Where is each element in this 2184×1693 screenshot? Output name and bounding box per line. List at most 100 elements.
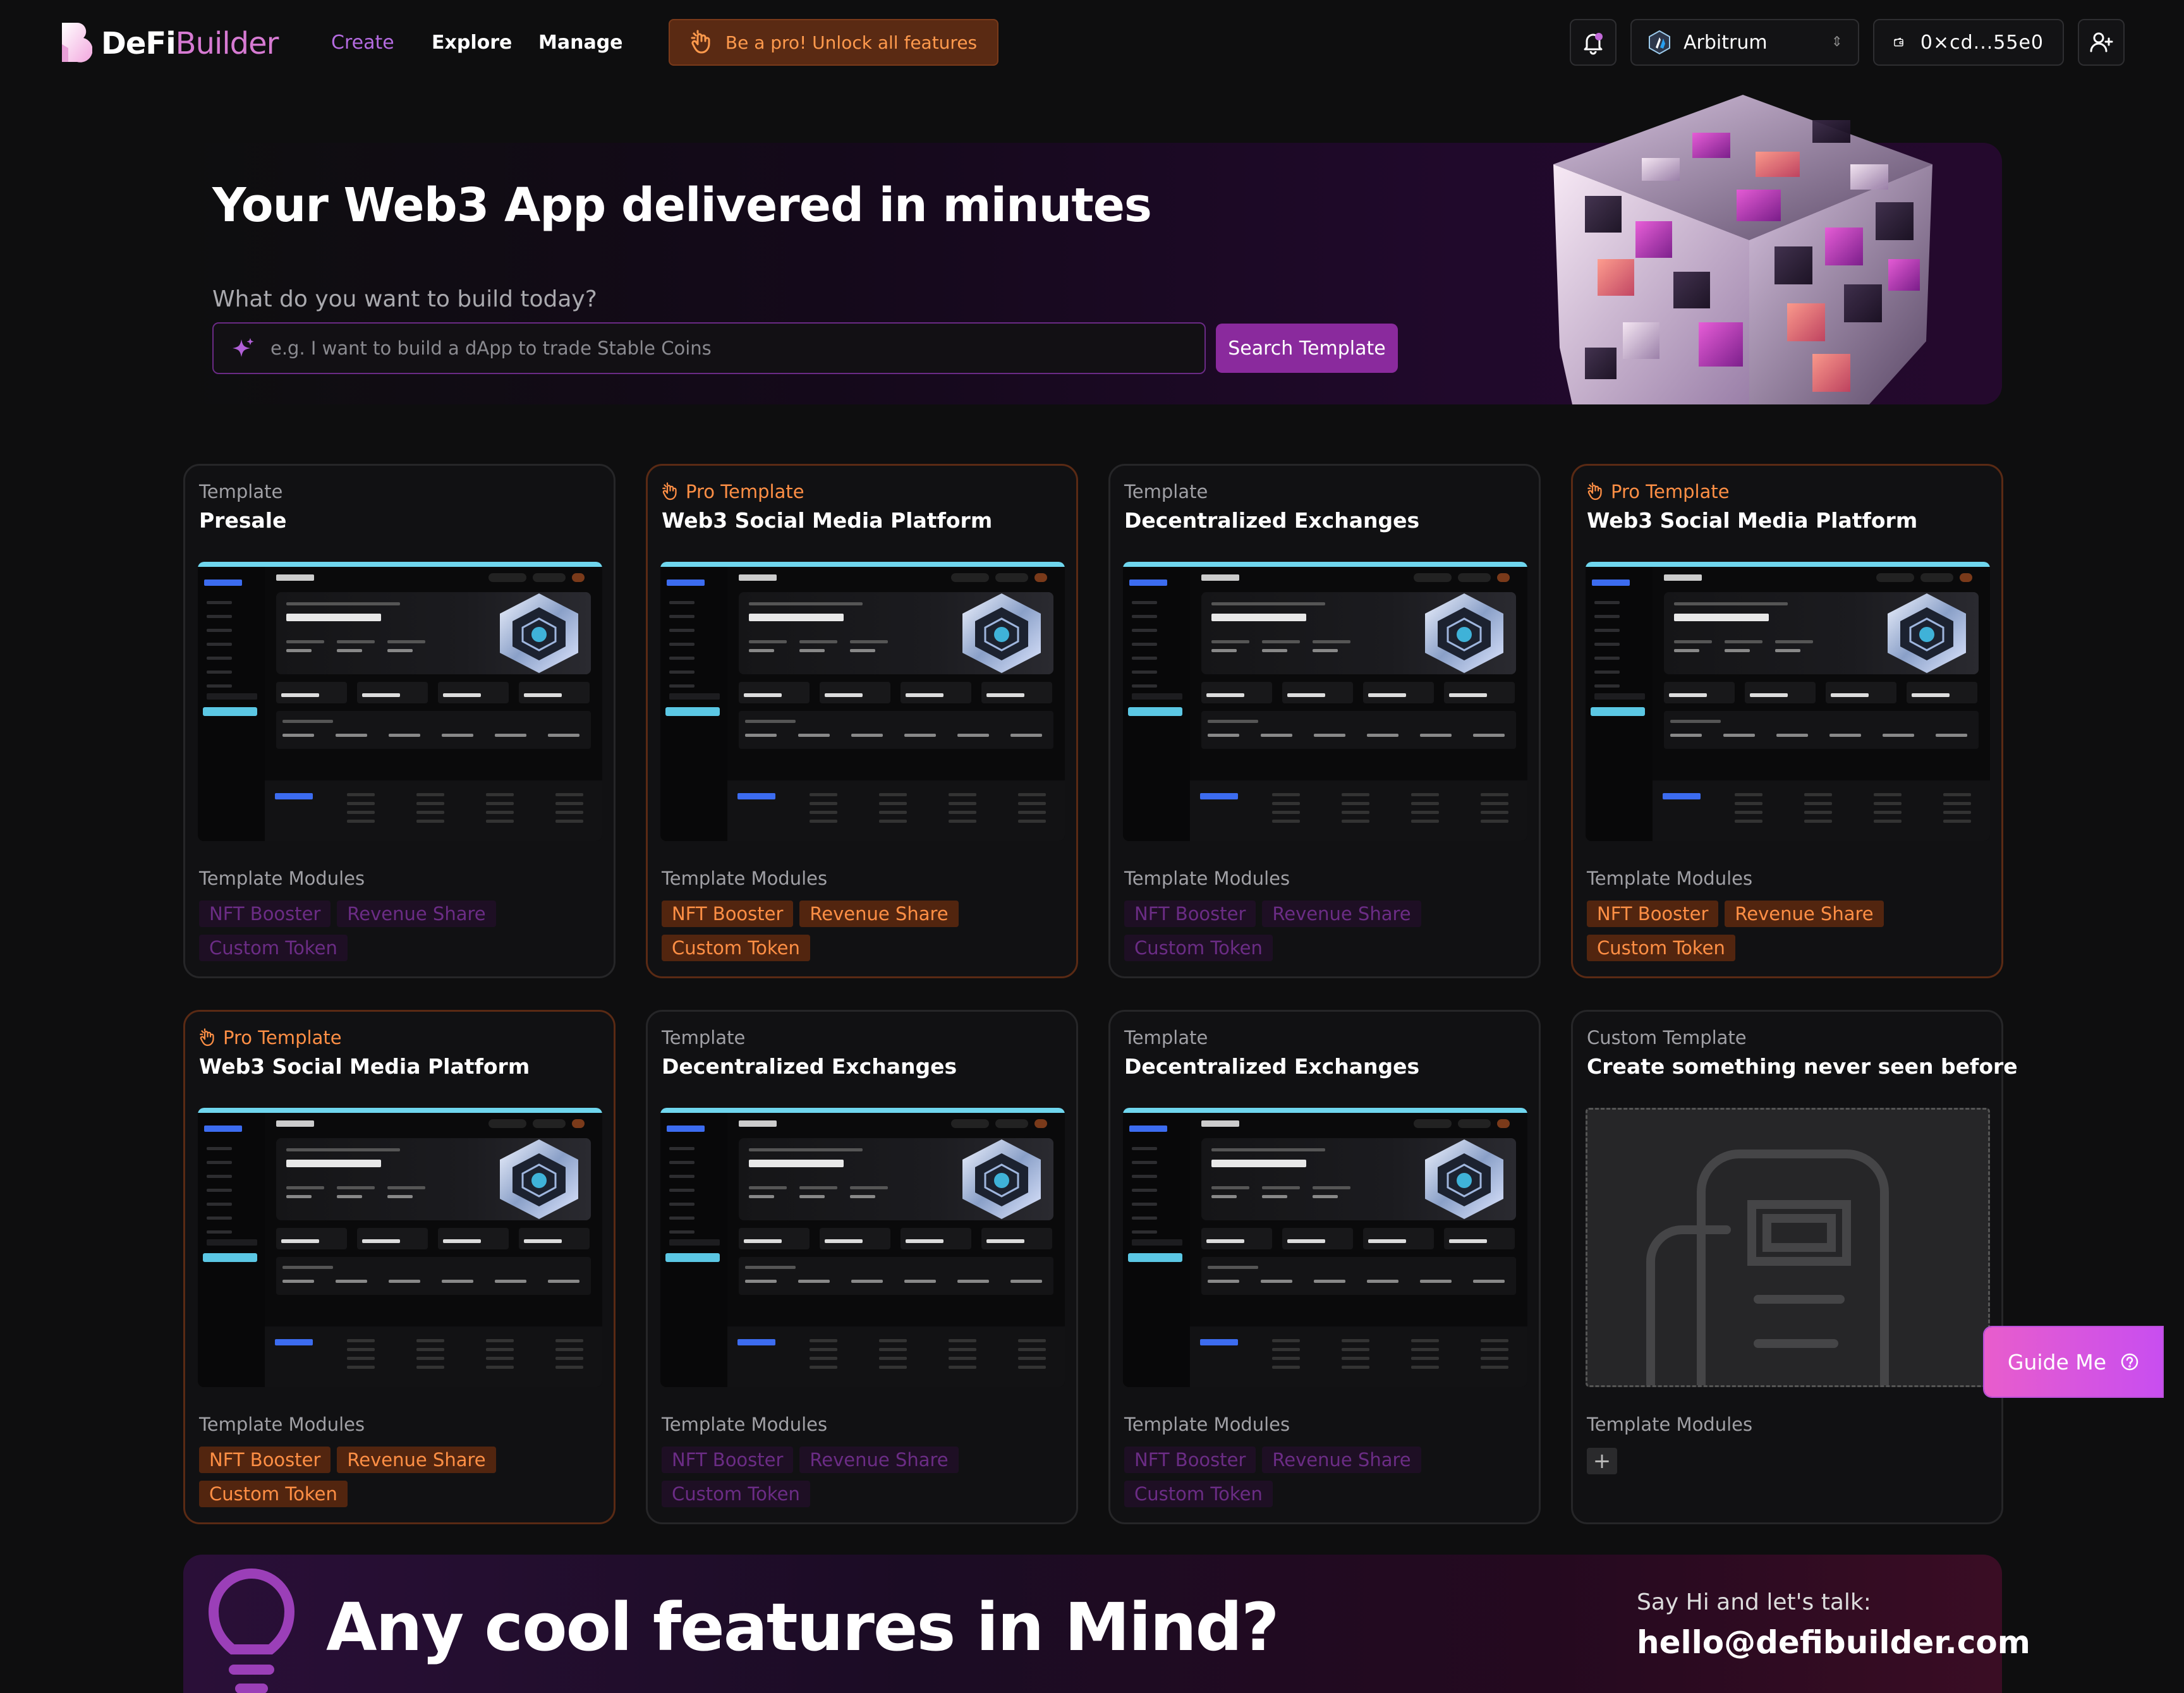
- dashboard-preview: [1123, 562, 1527, 841]
- network-name: Arbitrum: [1684, 31, 1768, 54]
- wallet-icon: [1894, 37, 1903, 47]
- card-kind-label: Pro Template: [1587, 480, 1730, 504]
- modules-label: Template Modules: [199, 868, 365, 889]
- wallet-address: 0×cd...55e0: [1920, 31, 2044, 54]
- custom-template-placeholder[interactable]: [1586, 1108, 1990, 1387]
- contact-email-link[interactable]: hello@defibuilder.com: [1637, 1622, 2030, 1663]
- module-tag[interactable]: Custom Token: [662, 1481, 810, 1507]
- module-tag[interactable]: NFT Booster: [1587, 901, 1719, 927]
- module-tags: NFT Booster Revenue Share Custom Token: [1124, 901, 1516, 961]
- top-nav: DeFiBuilder Create Explore Manage Be a p…: [0, 0, 2184, 88]
- card-title: Decentralized Exchanges: [1124, 1054, 1420, 1079]
- guide-me-button[interactable]: Guide Me: [1984, 1327, 2163, 1397]
- logo-icon: [62, 22, 92, 63]
- modules-label: Template Modules: [199, 1414, 365, 1435]
- cube-illustration: [1553, 95, 1932, 404]
- search-template-button[interactable]: Search Template: [1216, 324, 1398, 373]
- module-tag[interactable]: NFT Booster: [1124, 1447, 1256, 1473]
- pro-template-card[interactable]: Pro Template Web3 Social Media Platform Te…: [646, 464, 1078, 978]
- card-title: Web3 Social Media Platform: [662, 508, 993, 533]
- card-kind-label: Template: [1124, 481, 1208, 502]
- dashboard-preview: [660, 1108, 1065, 1387]
- help-circle-icon: [2121, 1353, 2138, 1371]
- card-title: Decentralized Exchanges: [662, 1054, 957, 1079]
- dashboard-preview: [1586, 562, 1990, 841]
- unlock-pro-label: Be a pro! Unlock all features: [725, 32, 978, 53]
- modules-label: Template Modules: [1124, 868, 1290, 889]
- card-title: Web3 Social Media Platform: [199, 1054, 530, 1079]
- document-icon: [1646, 1150, 1889, 1385]
- custom-template-card[interactable]: Custom Template Create something never se…: [1571, 1010, 2018, 1524]
- nav-explore-link[interactable]: Explore: [432, 30, 512, 56]
- nav-manage-link[interactable]: Manage: [538, 30, 623, 56]
- module-tag[interactable]: NFT Booster: [662, 901, 794, 927]
- module-tag[interactable]: Custom Token: [199, 935, 348, 961]
- card-kind-label: Pro Template: [199, 1026, 342, 1050]
- module-tag[interactable]: Revenue Share: [1262, 1447, 1421, 1473]
- bell-icon: [1584, 33, 1603, 55]
- module-tag[interactable]: Revenue Share: [1262, 901, 1421, 927]
- modules-label: Template Modules: [1587, 1414, 1753, 1435]
- hero-subtitle: What do you want to build today?: [212, 286, 597, 312]
- module-tag[interactable]: NFT Booster: [662, 1447, 794, 1473]
- card-title: Decentralized Exchanges: [1124, 508, 1420, 533]
- module-tag[interactable]: Custom Token: [199, 1481, 348, 1507]
- hand-icon: [1587, 482, 1602, 501]
- module-tags: NFT Booster Revenue Share Custom Token: [1124, 1447, 1516, 1507]
- modules-label: Template Modules: [662, 868, 828, 889]
- module-tags: NFT Booster Revenue Share Custom Token: [199, 901, 591, 961]
- search-field[interactable]: [212, 322, 1206, 374]
- banner-title: Any cool features in Mind?: [326, 1589, 1279, 1666]
- pro-template-card[interactable]: Pro Template Web3 Social Media Platform Te…: [1571, 464, 2003, 978]
- notification-dot: [1595, 33, 1603, 40]
- module-tag[interactable]: Revenue Share: [1725, 901, 1884, 927]
- template-card[interactable]: Template Decentralized Exchanges Template …: [646, 1010, 1078, 1524]
- template-card[interactable]: Template Decentralized Exchanges Template …: [1108, 464, 1541, 978]
- module-tag[interactable]: NFT Booster: [1124, 901, 1256, 927]
- card-kind-label: Template: [199, 481, 283, 502]
- template-preview: [1586, 562, 1990, 841]
- network-selector[interactable]: Arbitrum ⇕: [1630, 19, 1859, 66]
- module-tag[interactable]: NFT Booster: [199, 901, 331, 927]
- sparkle-icon: [233, 338, 254, 357]
- chevron-updown-icon: ⇕: [1831, 34, 1843, 50]
- card-kind-label: Template: [1124, 1027, 1208, 1048]
- account-button[interactable]: [2078, 19, 2125, 66]
- add-module-button[interactable]: +: [1587, 1448, 1617, 1474]
- template-preview: [198, 1108, 602, 1387]
- template-preview: [1123, 1108, 1527, 1387]
- template-preview: [660, 562, 1065, 841]
- contact-label: Say Hi and let's talk:: [1637, 1589, 1871, 1615]
- module-tags: NFT Booster Revenue Share Custom Token: [662, 901, 1053, 961]
- card-title: Presale: [199, 508, 287, 533]
- dashboard-preview: [198, 1108, 602, 1387]
- plus-icon: +: [1592, 1448, 1611, 1474]
- module-tags: NFT Booster Revenue Share Custom Token: [662, 1447, 1053, 1507]
- module-tag[interactable]: Revenue Share: [799, 901, 959, 927]
- module-tag[interactable]: Custom Token: [1124, 1481, 1273, 1507]
- search-input[interactable]: [270, 337, 1188, 359]
- module-tag[interactable]: Revenue Share: [337, 901, 496, 927]
- nav-create-link[interactable]: Create: [331, 30, 394, 56]
- template-preview: [660, 1108, 1065, 1387]
- template-card[interactable]: Template Presale Template Modules NFT Boost…: [183, 464, 616, 978]
- module-tag[interactable]: Custom Token: [1124, 935, 1273, 961]
- user-add-icon: [2090, 32, 2113, 52]
- module-tag[interactable]: Revenue Share: [799, 1447, 959, 1473]
- module-tag[interactable]: Custom Token: [662, 935, 810, 961]
- logo-text[interactable]: DeFiBuilder: [101, 23, 279, 64]
- module-tag[interactable]: Custom Token: [1587, 935, 1735, 961]
- hand-icon: [662, 482, 677, 501]
- hero-title: Your Web3 App delivered in minutes: [212, 178, 1152, 233]
- module-tags: NFT Booster Revenue Share Custom Token: [1587, 901, 1979, 961]
- module-tag[interactable]: NFT Booster: [199, 1447, 331, 1473]
- pro-template-card[interactable]: Pro Template Web3 Social Media Platform Te…: [183, 1010, 616, 1524]
- lightbulb-icon: [209, 1569, 294, 1693]
- template-card[interactable]: Template Decentralized Exchanges Template …: [1108, 1010, 1541, 1524]
- module-tag[interactable]: Revenue Share: [337, 1447, 496, 1473]
- notifications-button[interactable]: [1570, 19, 1617, 66]
- wallet-button[interactable]: 0×cd...55e0: [1873, 19, 2064, 66]
- unlock-pro-button[interactable]: Be a pro! Unlock all features: [669, 19, 998, 66]
- card-kind-label: Pro Template: [662, 480, 804, 504]
- hand-icon: [691, 30, 710, 54]
